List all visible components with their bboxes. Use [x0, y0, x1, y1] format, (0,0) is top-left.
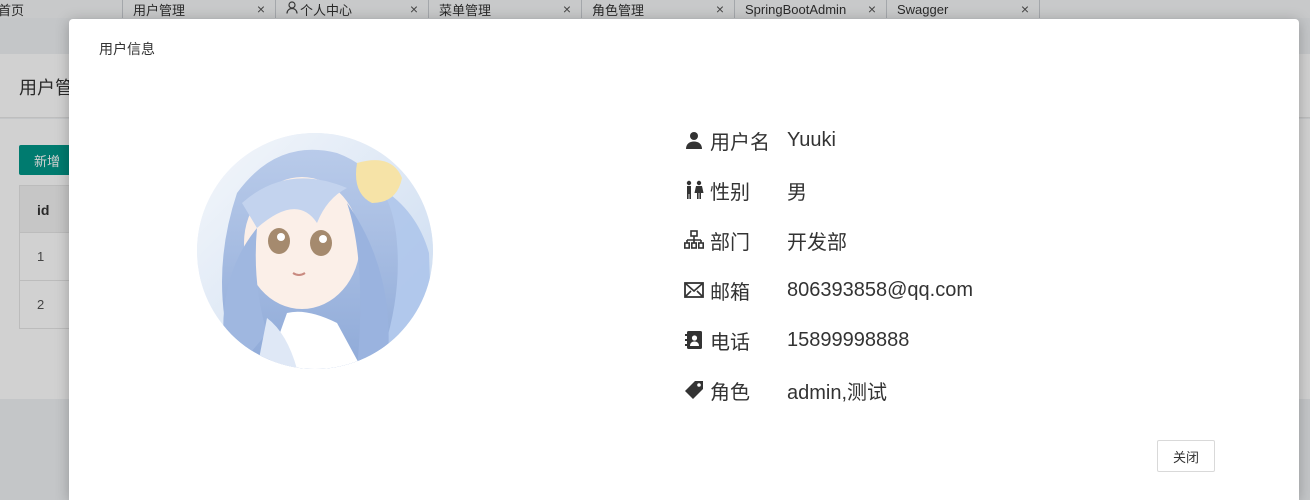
info-label: 性别	[710, 181, 750, 204]
info-label: 角色	[710, 381, 750, 404]
info-row-gender: 性别 男	[683, 165, 973, 215]
info-label: 邮箱	[710, 281, 750, 304]
info-row-email: 邮箱 806393858@qq.com	[683, 265, 973, 315]
sitemap-icon	[683, 229, 705, 251]
address-book-icon	[683, 329, 705, 351]
dialog-title: 用户信息	[99, 41, 155, 57]
envelope-icon	[683, 279, 705, 301]
info-row-department: 部门 开发部	[683, 215, 973, 265]
user-info-list: 用户名 Yuuki 性别 男 部门 开发部 邮箱 806393858@qq.co…	[683, 115, 973, 415]
info-label: 部门	[710, 231, 750, 254]
info-value: 男	[787, 181, 807, 204]
gender-icon	[683, 179, 705, 201]
info-value: 806393858@qq.com	[787, 278, 973, 301]
info-label: 电话	[710, 331, 750, 354]
close-button[interactable]: 关闭	[1157, 440, 1215, 472]
tag-icon	[683, 379, 705, 401]
anime-avatar-image	[197, 133, 433, 369]
info-value: Yuuki	[787, 128, 836, 151]
user-info-dialog: 用户信息 用户名 Yuuki 性别 男 部门 开发部 邮箱 806393858@…	[69, 19, 1299, 500]
info-label: 用户名	[710, 131, 770, 154]
info-row-role: 角色 admin,测试	[683, 365, 973, 415]
info-value: admin,测试	[787, 381, 888, 404]
user-icon	[683, 129, 705, 151]
page: 首页 用户管理 × 个人中心 × 菜单管理 × 角色管理 × SpringBoo…	[0, 0, 1310, 500]
info-value: 15899998888	[787, 328, 910, 351]
info-value: 开发部	[787, 231, 847, 254]
info-row-username: 用户名 Yuuki	[683, 115, 973, 165]
info-row-phone: 电话 15899998888	[683, 315, 973, 365]
